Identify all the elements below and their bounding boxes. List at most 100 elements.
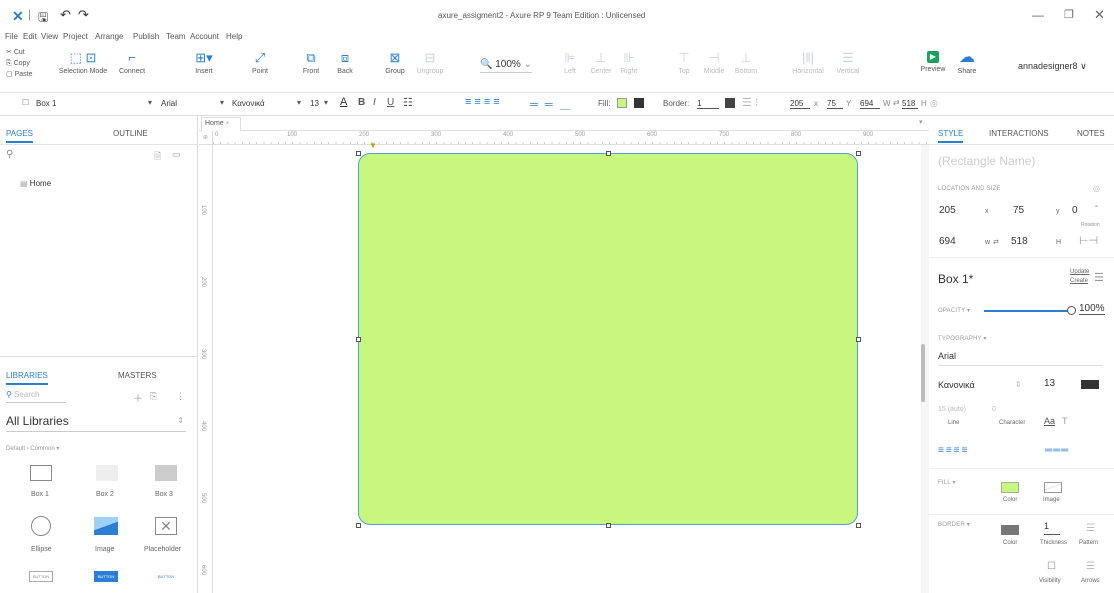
lock-ratio-icon[interactable]: ⇄: [893, 98, 900, 107]
add-folder-icon[interactable]: ▭: [172, 149, 181, 160]
visibility-icon[interactable]: ☐: [1047, 561, 1056, 572]
font-size-field[interactable]: 13: [1044, 378, 1055, 389]
align-top-button[interactable]: ⊤ Top: [674, 51, 694, 76]
distribute-horizontal-button[interactable]: |‖| Horizontal: [790, 51, 826, 76]
connect-button[interactable]: ⌐ Connect: [118, 51, 146, 76]
add-library-icon[interactable]: ＋: [133, 390, 143, 405]
more-icon[interactable]: ⋮: [176, 391, 185, 402]
widget-style-select[interactable]: Box 1: [36, 99, 56, 108]
resize-handle-br[interactable]: [856, 523, 861, 528]
canvas-page[interactable]: ▼: [213, 141, 921, 593]
close-button[interactable]: ✕: [1094, 7, 1105, 23]
distribute-vertical-button[interactable]: ☰ Vertical: [832, 51, 864, 76]
close-tab-icon[interactable]: ×: [226, 121, 230, 127]
h-input[interactable]: 518: [902, 99, 918, 109]
resize-handle-tc[interactable]: [606, 151, 611, 156]
chevron-updown-icon[interactable]: ⇕: [1015, 380, 1022, 389]
bold-icon[interactable]: B: [358, 97, 365, 108]
copy-button[interactable]: ⎘ Copy: [6, 58, 32, 69]
fill-label[interactable]: FILL ▾: [938, 479, 956, 486]
tab-pages[interactable]: PAGES: [6, 129, 33, 143]
opacity-label[interactable]: OPACITY ▾: [938, 307, 970, 314]
style-manager-icon[interactable]: ☰: [1094, 271, 1104, 284]
font-color-icon[interactable]: A: [340, 96, 347, 108]
zoom-control[interactable]: 🔍 100% ⌄: [480, 59, 532, 73]
paste-button[interactable]: ▢ Paste: [6, 69, 32, 80]
save-icon[interactable]: 🖫: [38, 8, 48, 29]
selection-mode-button[interactable]: ⬚ ⊡ Selection Mode: [56, 51, 110, 76]
align-bottom-button[interactable]: ⊥ Bottom: [732, 51, 760, 76]
height-field[interactable]: 518: [1011, 236, 1028, 247]
undo-icon[interactable]: ↶: [60, 7, 71, 23]
library-group-label[interactable]: Default › Common ▾: [6, 445, 59, 452]
cut-button[interactable]: ✂ Cut: [6, 47, 32, 58]
menu-publish[interactable]: Publish: [133, 32, 159, 41]
menu-file[interactable]: File: [5, 32, 18, 41]
menu-project[interactable]: Project: [63, 32, 88, 41]
page-tab-home[interactable]: Home ×: [201, 117, 241, 131]
y-input[interactable]: 75: [827, 99, 843, 109]
front-button[interactable]: ⧉ Front: [300, 51, 322, 76]
widget-ellipse[interactable]: [31, 516, 51, 536]
line-spacing-field[interactable]: 15 (auto): [938, 406, 966, 413]
share-button[interactable]: ☁ Share: [954, 50, 980, 76]
font-style-select[interactable]: Κανονικά: [232, 99, 265, 108]
widget-box-3[interactable]: [155, 465, 177, 481]
chevron-down-icon[interactable]: ▾: [148, 98, 152, 107]
user-account-menu[interactable]: annadesigner8 ∨: [1018, 61, 1087, 72]
border-color-swatch[interactable]: [725, 98, 735, 108]
library-copy-icon[interactable]: ⎘: [150, 391, 157, 402]
fill-image-swatch[interactable]: [1044, 482, 1062, 493]
align-right-button[interactable]: ⊪ Right: [618, 51, 640, 76]
x-field[interactable]: 205: [939, 205, 956, 216]
search-icon[interactable]: ⚲: [6, 149, 13, 160]
y-field[interactable]: 75: [1013, 205, 1024, 216]
resize-handle-ml[interactable]: [356, 337, 361, 342]
menu-arrange[interactable]: Arrange: [95, 32, 123, 41]
fit-width-icon[interactable]: ⊢⊣: [1079, 234, 1098, 247]
visibility-eye-icon[interactable]: ◎: [1093, 184, 1100, 193]
resize-handle-mr[interactable]: [856, 337, 861, 342]
fill-image-icon[interactable]: [634, 98, 644, 108]
w-input[interactable]: 694: [860, 99, 880, 109]
italic-icon[interactable]: I: [373, 97, 376, 108]
font-weight-field[interactable]: Κανονικά: [938, 380, 975, 390]
chevron-down-icon[interactable]: ▾: [324, 98, 328, 107]
widget-primary-button[interactable]: BUTTON: [94, 571, 118, 582]
text-align-icons[interactable]: ≡≡≡≡: [938, 445, 969, 456]
tab-libraries[interactable]: LIBRARIES: [6, 371, 48, 385]
minimize-button[interactable]: —: [1032, 8, 1044, 22]
opacity-slider[interactable]: [984, 310, 1070, 312]
point-button[interactable]: ⤢ Point: [246, 51, 274, 76]
create-style-link[interactable]: Create: [1070, 278, 1088, 284]
lock-ratio-icon[interactable]: ⇄: [993, 238, 999, 246]
ungroup-button[interactable]: ⊟ Ungroup: [413, 51, 447, 76]
resize-handle-bc[interactable]: [606, 523, 611, 528]
border-thickness-input[interactable]: 1: [697, 99, 719, 109]
fill-color-swatch[interactable]: [1001, 482, 1019, 493]
rotation-field[interactable]: 0: [1072, 205, 1078, 216]
maximize-button[interactable]: ❐: [1064, 8, 1074, 21]
bullet-list-icon[interactable]: ☷: [403, 96, 413, 109]
library-select[interactable]: All Libraries ⇕: [6, 414, 186, 432]
menu-account[interactable]: Account: [190, 32, 219, 41]
border-label[interactable]: BORDER ▾: [938, 521, 970, 528]
width-field[interactable]: 694: [939, 236, 956, 247]
widget-image[interactable]: [94, 517, 118, 535]
border-thickness-field[interactable]: 1: [1044, 521, 1049, 531]
opacity-value[interactable]: 100%: [1079, 303, 1105, 315]
menu-edit[interactable]: Edit: [23, 32, 37, 41]
font-size-select[interactable]: 13: [310, 99, 319, 108]
font-family-select[interactable]: Arial: [161, 99, 177, 108]
widget-box-2[interactable]: [96, 465, 118, 481]
align-middle-button[interactable]: ⊣ Middle: [700, 51, 728, 76]
rectangle-box-1[interactable]: [358, 153, 858, 525]
style-name[interactable]: Box 1*: [938, 272, 973, 286]
border-color-swatch[interactable]: [1001, 525, 1019, 535]
resize-handle-bl[interactable]: [356, 523, 361, 528]
redo-icon[interactable]: ↷: [78, 7, 89, 23]
font-color-swatch[interactable]: [1081, 380, 1099, 389]
shape-name-input[interactable]: (Rectangle Name): [938, 154, 1035, 168]
text-case-icon[interactable]: Aa: [1044, 416, 1055, 426]
preview-button[interactable]: ▶ Preview: [919, 51, 947, 73]
